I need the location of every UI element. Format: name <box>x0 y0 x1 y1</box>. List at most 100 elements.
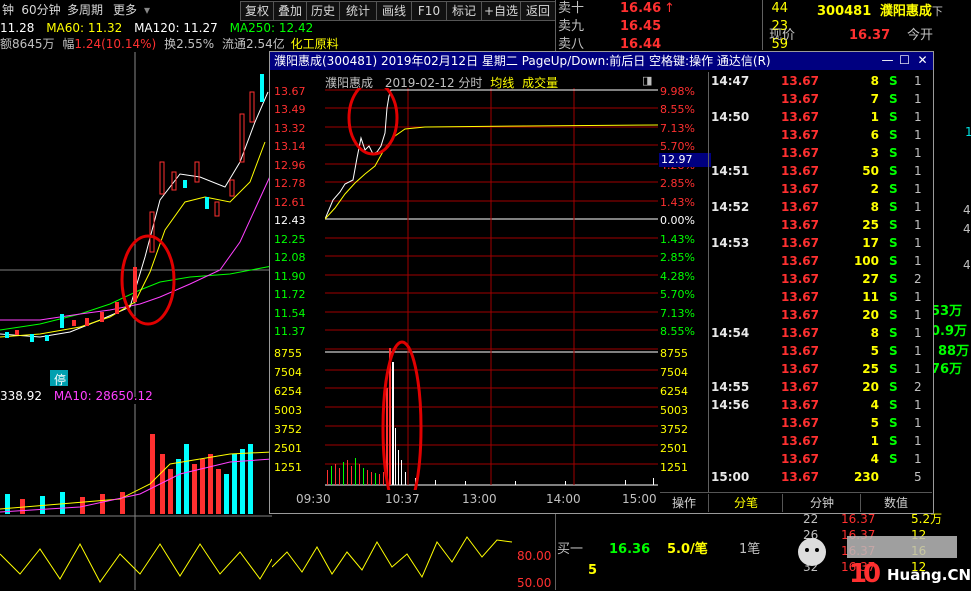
price-marker: 12.97 <box>659 153 711 167</box>
svg-text:0: 0 <box>863 559 881 588</box>
period-60min-tab[interactable]: 60分钟 <box>20 1 62 19</box>
tick-row[interactable]: 14:50 13.67 1 S 1 <box>709 108 931 126</box>
tick-count: 1 <box>914 218 922 232</box>
tick-row[interactable]: 14:54 13.67 8 S 1 <box>709 324 931 342</box>
tick-row[interactable]: 13.67 11 S 1 <box>709 288 931 306</box>
tick-row[interactable]: 13.67 20 S 1 <box>709 306 931 324</box>
watermark-text: Huang.CN <box>887 566 971 584</box>
tick-row[interactable]: 14:47 13.67 8 S 1 <box>709 72 931 90</box>
tick-row[interactable]: 13.67 3 S 1 <box>709 144 931 162</box>
tick-row[interactable]: 14:56 13.67 4 S 1 <box>709 396 931 414</box>
tick-side: S <box>889 236 898 250</box>
tick-price: 13.67 <box>781 290 819 304</box>
multi-period-tab[interactable]: 多周期 <box>66 1 104 19</box>
tick-row[interactable]: 13.67 7 S 1 <box>709 90 931 108</box>
tick-row[interactable]: 14:52 13.67 8 S 1 <box>709 198 931 216</box>
tab-operate[interactable]: 操作 <box>660 494 709 512</box>
more-tab[interactable]: 更多 <box>110 1 140 19</box>
tab-values[interactable]: 数值 <box>862 494 930 512</box>
bid-1-label: 买一 <box>557 542 584 557</box>
mark-button[interactable]: 标记 <box>446 1 482 21</box>
tick-price: 13.67 <box>781 218 819 232</box>
oscillator-chart <box>272 512 555 579</box>
osc-label-80: 80.00 <box>517 549 552 563</box>
tick-row[interactable]: 14:51 13.67 50 S 1 <box>709 162 931 180</box>
stock-code: 300481 <box>817 4 872 19</box>
maximize-icon[interactable]: ☐ <box>898 54 911 67</box>
tick-list[interactable]: 14:47 13.67 8 S 1 13.67 7 S 1 14:50 13.67 1 S 1 13.67 6… <box>709 72 931 492</box>
right-partial-value: 0.9万 <box>931 324 968 339</box>
tick-side: S <box>889 326 898 340</box>
kline-chart[interactable] <box>0 52 272 397</box>
time-label: 14:00 <box>546 492 581 506</box>
tick-row[interactable]: 13.67 25 S 1 <box>709 360 931 378</box>
open-label: 今开 <box>907 28 934 43</box>
tick-volume: 25 <box>862 218 879 232</box>
tick-row[interactable]: 13.67 5 S 1 <box>709 414 931 432</box>
tick-price: 13.67 <box>781 434 819 448</box>
ask-9-row[interactable]: 卖九 16.45 23 <box>558 18 788 36</box>
minimize-icon[interactable]: — <box>881 54 894 67</box>
history-button[interactable]: 历史 <box>306 1 340 21</box>
tick-row[interactable]: 13.67 2 S 1 <box>709 180 931 198</box>
tick-row[interactable]: 13.67 4 S 1 <box>709 450 931 468</box>
draw-line-button[interactable]: 画线 <box>376 1 412 21</box>
tick-count: 1 <box>914 290 922 304</box>
ask-9-price: 16.45 <box>620 19 662 34</box>
tick-side: S <box>889 110 898 124</box>
popup-title-bar[interactable]: 濮阳惠成(300481) 2019年02月12日 星期二 PageUp/Down… <box>270 52 933 70</box>
popup-tabs: 操作 分笔 分钟 数值 <box>660 492 932 513</box>
current-price-row: 现价 16.37 今开 <box>769 27 933 45</box>
tick-row[interactable]: 13.67 25 S 1 <box>709 216 931 234</box>
tick-row[interactable]: 14:53 13.67 17 S 1 <box>709 234 931 252</box>
volume-chart[interactable] <box>0 404 272 590</box>
period-min-tab[interactable]: 钟 <box>0 1 16 19</box>
popup-title-text: 濮阳惠成(300481) 2019年02月12日 星期二 PageUp/Down… <box>274 54 771 68</box>
tick-row[interactable]: 14:55 13.67 20 S 2 <box>709 378 931 396</box>
tick-row[interactable]: 13.67 100 S 1 <box>709 252 931 270</box>
tick-time: 14:50 <box>711 110 750 124</box>
tick-volume: 4 <box>870 452 879 466</box>
kline-annotation-circle <box>120 234 176 326</box>
tick-price: 13.67 <box>781 236 819 250</box>
tab-ticks[interactable]: 分笔 <box>710 494 783 512</box>
tick-count: 1 <box>914 146 922 160</box>
intraday-popup-window[interactable]: 濮阳惠成(300481) 2019年02月12日 星期二 PageUp/Down… <box>269 51 934 514</box>
tick-side: S <box>889 308 898 322</box>
right-partial-value: 4 <box>963 258 971 272</box>
tick-row[interactable]: 13.67 27 S 2 <box>709 270 931 288</box>
add-watchlist-button[interactable]: +自选 <box>481 1 521 21</box>
tick-side: S <box>889 272 898 286</box>
more-chevron-icon[interactable]: ▾ <box>142 1 152 19</box>
tick-time: 14:47 <box>711 74 750 88</box>
tick-volume: 1 <box>870 434 879 448</box>
tick-row[interactable]: 15:00 13.67 230 5 <box>709 468 931 486</box>
statistics-button[interactable]: 统计 <box>339 1 377 21</box>
bid-sub-value: 5 <box>588 563 598 578</box>
tab-minutes[interactable]: 分钟 <box>784 494 861 512</box>
tick-row[interactable]: 13.67 1 S 1 <box>709 432 931 450</box>
tick-volume: 25 <box>862 362 879 376</box>
tick-volume: 7 <box>870 92 879 106</box>
tick-volume: 5 <box>870 344 879 358</box>
tick-price: 13.67 <box>781 200 819 214</box>
ask-10-row[interactable]: 卖十 16.46 ↑ 44 <box>558 0 788 18</box>
tick-price: 13.67 <box>781 146 819 160</box>
tick-count: 1 <box>914 416 922 430</box>
tick-row[interactable]: 13.67 5 S 1 <box>709 342 931 360</box>
close-icon[interactable]: ✕ <box>916 54 929 67</box>
restore-right-button[interactable]: 复权 <box>240 1 274 21</box>
tick-count: 1 <box>914 434 922 448</box>
bid-1-row[interactable]: 买一 16.36 5.0/笔 1笔 <box>557 541 777 559</box>
overlay-button[interactable]: 叠加 <box>273 1 307 21</box>
tick-volume: 230 <box>853 470 879 484</box>
tick-row[interactable]: 13.67 6 S 1 <box>709 126 931 144</box>
f10-button[interactable]: F10 <box>411 1 447 21</box>
tick-side: S <box>889 362 898 376</box>
back-button[interactable]: 返回 <box>520 1 556 21</box>
tick-count: 1 <box>914 398 922 412</box>
float-cap-value: 流通2.54亿 <box>222 37 285 51</box>
tick-count: 1 <box>914 182 922 196</box>
tick-volume: 8 <box>870 74 879 88</box>
tick-volume: 8 <box>870 200 879 214</box>
